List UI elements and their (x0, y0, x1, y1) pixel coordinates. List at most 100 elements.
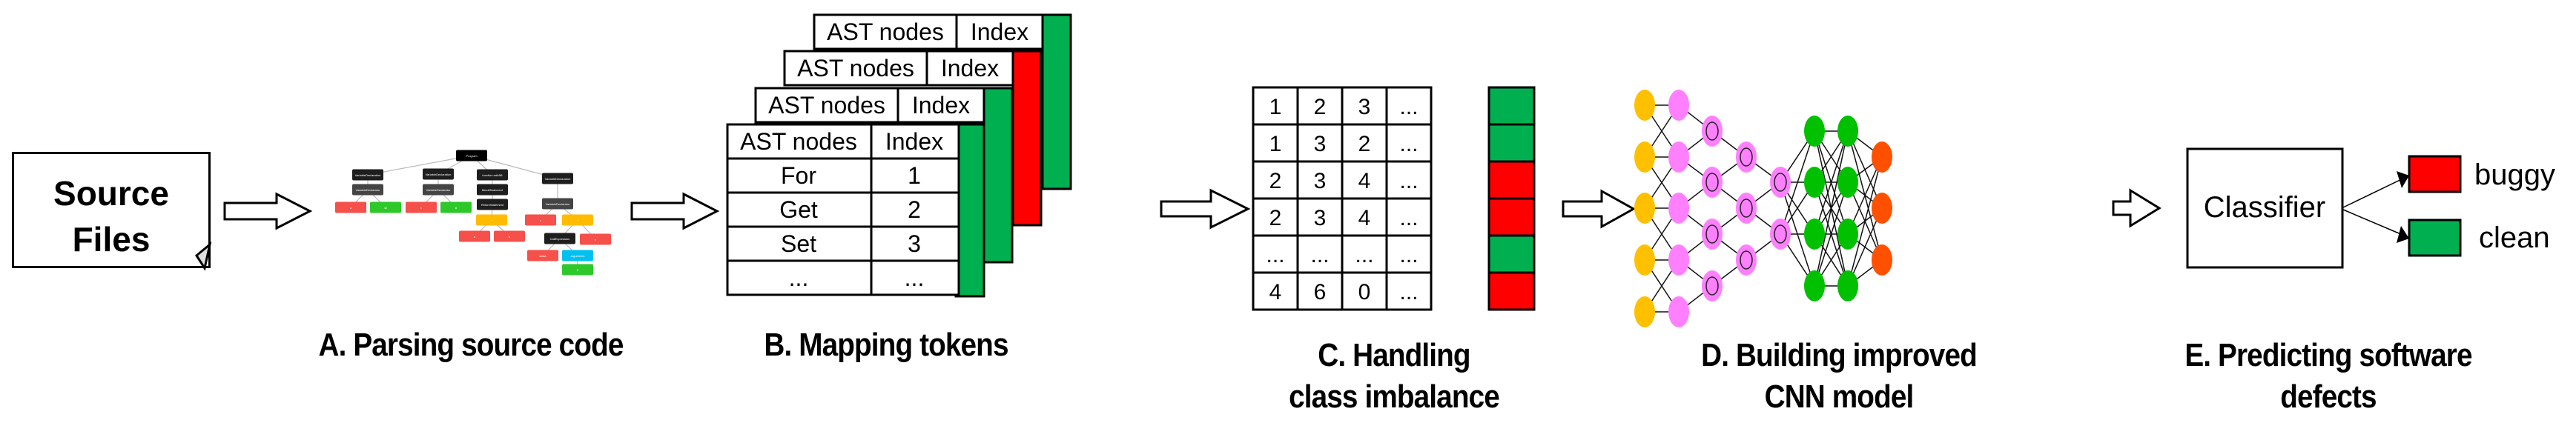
neuron-green (1837, 219, 1858, 250)
arrow-icon-4 (1562, 189, 1637, 229)
class-label-clean (1487, 86, 1536, 126)
matrix-value: 0 (1358, 280, 1371, 304)
header-ast-nodes: AST nodes (827, 19, 944, 45)
matrix-value: 2 (1358, 132, 1371, 156)
class-label-clean (1487, 123, 1536, 163)
neuron-pink (1668, 193, 1689, 224)
clean-label: clean (2479, 221, 2550, 254)
header-ast-nodes: AST nodes (797, 55, 914, 81)
ast-tree-diagram: Program VariableDeclaration VariableDeclar… (335, 150, 611, 276)
ast-node-label: ReturnStatement (481, 203, 504, 207)
neuron-orange (1872, 193, 1892, 224)
label-bar-red (1011, 50, 1043, 227)
clean-swatch (2408, 219, 2462, 257)
neuron-yellow (1634, 90, 1655, 121)
ast-node-label: addA (539, 254, 546, 258)
neuron-pink (1668, 141, 1689, 173)
neuron-green (1837, 270, 1858, 301)
arrow-icon-2 (630, 192, 720, 230)
neuron-pink (1770, 219, 1791, 250)
token-index: ... (905, 264, 925, 291)
matrix-value: 4 (1358, 169, 1371, 193)
arrowhead-icon (2397, 171, 2409, 188)
matrix-value: 6 (1314, 280, 1327, 304)
neuron-pink (1668, 90, 1689, 121)
caption-c: C. Handling class imbalance (1289, 337, 1500, 415)
class-balance-matrix: 1 2 3 ... 1 3 2 ... 2 3 4 ... 2 3 4............ ... 4 6 0.… (1252, 86, 1536, 311)
matrix-value: ... (1399, 95, 1418, 119)
header-ast-nodes: AST nodes (768, 92, 885, 119)
header-index: Index (885, 128, 943, 155)
caption-b: B. Mapping tokens (764, 327, 1008, 363)
label-bar-green (954, 123, 985, 298)
token-name: ... (789, 264, 809, 291)
token-index: 3 (908, 230, 921, 257)
cnn-network-diagram (1634, 90, 1892, 327)
neuron-pink (1736, 193, 1757, 224)
neuron-orange (1872, 244, 1892, 276)
arrowhead-icon (2397, 226, 2409, 243)
matrix-value: 2 (1269, 206, 1282, 230)
matrix-value: ... (1399, 169, 1418, 193)
buggy-swatch (2408, 155, 2462, 193)
token-name: Get (779, 196, 818, 223)
classifier-label: Classifier (2204, 191, 2325, 224)
header-ast-nodes: AST nodes (740, 128, 857, 155)
ast-node-label: CallExpression (550, 237, 570, 241)
neuron-pink (1736, 244, 1757, 276)
matrix-value: ... (1266, 243, 1284, 267)
neuron-pink (1702, 270, 1723, 301)
neuron-pink (1702, 219, 1723, 250)
neuron-green (1804, 116, 1825, 147)
class-label-buggy (1487, 160, 1536, 200)
neuron-pink (1702, 167, 1723, 198)
header-index: Index (971, 19, 1028, 45)
neuron-pink (1668, 244, 1689, 276)
matrix-value: ... (1399, 280, 1418, 304)
token-name: For (781, 162, 816, 189)
caption-a: A. Parsing source code (318, 327, 624, 363)
ast-node-label: VariableDeclaration (355, 173, 381, 177)
arrow-icon-5 (2112, 188, 2161, 228)
neuron-pink (1770, 167, 1791, 198)
matrix-value: 3 (1314, 206, 1327, 230)
neuron-green (1804, 219, 1825, 250)
matrix-value: ... (1310, 243, 1329, 267)
arrow-icon-3 (1160, 188, 1251, 230)
buggy-label: buggy (2474, 159, 2555, 191)
ast-node-label: Program (466, 154, 478, 158)
token-index: 2 (908, 196, 921, 223)
neuron-green (1837, 167, 1858, 198)
neuron-green (1804, 270, 1825, 301)
class-label-clean (1487, 234, 1536, 274)
matrix-value: 1 (1269, 95, 1282, 119)
class-label-buggy (1487, 197, 1536, 237)
ast-node-label: function addAB (482, 173, 502, 177)
header-index: Index (912, 92, 970, 119)
matrix-value: ... (1355, 243, 1373, 267)
token-index: 1 (908, 162, 921, 189)
matrix-value: 3 (1358, 95, 1371, 119)
matrix-value: 4 (1358, 206, 1371, 230)
neuron-pink (1736, 141, 1757, 173)
matrix-value: 3 (1314, 132, 1327, 156)
neuron-orange (1872, 141, 1892, 173)
matrix-value: ... (1399, 132, 1418, 156)
neuron-yellow (1634, 193, 1655, 224)
matrix-value: 2 (1269, 169, 1282, 193)
matrix-value: 3 (1314, 169, 1327, 193)
ast-node-label: VariableDeclarator (426, 188, 451, 192)
matrix-value: 4 (1269, 280, 1282, 304)
page-fold-icon (195, 241, 212, 271)
neuron-green (1837, 116, 1858, 147)
header-index: Index (941, 55, 999, 81)
class-label-buggy (1487, 271, 1536, 311)
neuron-pink (1668, 296, 1689, 327)
ast-node-label: arguments (571, 254, 585, 258)
neuron-yellow (1634, 244, 1655, 276)
neuron-pink (1702, 116, 1723, 147)
classifier-block: Classifier buggy clean (2186, 147, 2555, 269)
ast-node-label: VariableDeclarator (546, 202, 570, 206)
label-bar-green (982, 87, 1014, 264)
matrix-value: 2 (1314, 95, 1327, 119)
